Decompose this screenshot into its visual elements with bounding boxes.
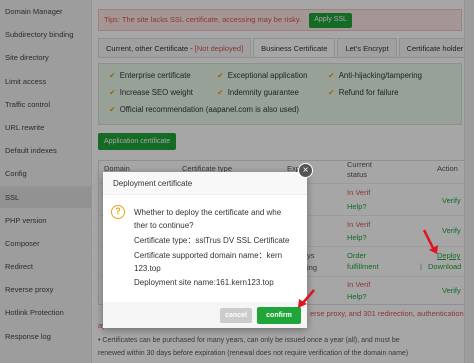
- close-icon[interactable]: ×: [298, 163, 313, 178]
- dialog-title: Deployment certificate: [103, 172, 307, 195]
- dialog-domain-line2: 123.top: [134, 264, 161, 273]
- dialog-cert-type: Certificate type：sslTrus DV SSL Certific…: [134, 236, 290, 245]
- question-icon: ?: [111, 205, 125, 219]
- red-arrow-deploy: [422, 229, 438, 254]
- arrow-shaft: [422, 229, 436, 251]
- deployment-dialog: Deployment certificate ? Whether to depl…: [103, 172, 307, 328]
- dialog-domain-line1: Certificate supported domain name：kern: [134, 251, 283, 260]
- cancel-button[interactable]: cancel: [220, 308, 252, 323]
- dialog-question-line1: Whether to deploy the certificate and wh…: [134, 208, 282, 217]
- dialog-deploy-site: Deployment site name:161.kern123.top: [134, 278, 274, 287]
- confirm-button[interactable]: confirm: [257, 307, 301, 324]
- arrow-shaft: [301, 289, 315, 305]
- red-arrow-confirm: [298, 289, 315, 308]
- dialog-question-line2: ther to continue?: [134, 221, 194, 230]
